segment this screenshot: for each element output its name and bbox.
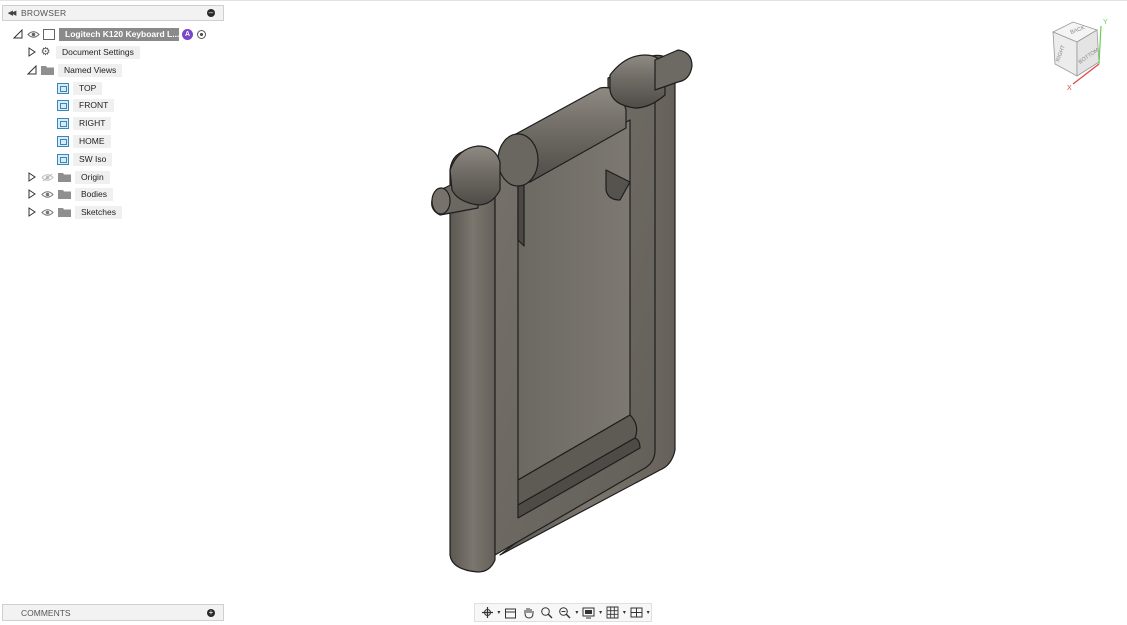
fit-icon[interactable] <box>556 604 574 621</box>
tree-item-document-settings[interactable]: ⚙ Document Settings <box>27 45 140 59</box>
viewports-icon[interactable] <box>627 604 645 621</box>
visibility-eye-icon[interactable] <box>40 207 54 217</box>
folder-icon <box>41 65 54 75</box>
collapsed-triangle-icon[interactable] <box>27 172 37 182</box>
tree-item-bodies[interactable]: Bodies <box>27 187 113 201</box>
tree-item-named-views[interactable]: Named Views <box>27 63 123 77</box>
named-view-icon <box>57 135 69 147</box>
hidden-eye-icon[interactable] <box>40 172 54 182</box>
tree-item-origin[interactable]: Origin <box>27 170 110 184</box>
view-label: HOME <box>73 134 111 148</box>
collapsed-triangle-icon[interactable] <box>27 47 37 57</box>
add-comment-icon[interactable]: + <box>207 609 215 617</box>
pan-icon[interactable] <box>520 604 538 621</box>
bodies-label: Bodies <box>75 187 113 201</box>
view-label: SW Iso <box>73 152 113 166</box>
tree-item-sketches[interactable]: Sketches <box>27 205 122 219</box>
named-views-label: Named Views <box>58 63 123 77</box>
active-badge-icon: A <box>182 28 193 40</box>
view-label: TOP <box>73 81 103 95</box>
tree-item-view-front[interactable]: FRONT <box>57 98 115 112</box>
tree-item-view-right[interactable]: RIGHT <box>57 116 112 130</box>
axis-y-label: Y <box>1103 19 1108 26</box>
collapsed-triangle-icon[interactable] <box>27 189 37 199</box>
folder-icon <box>58 189 71 199</box>
document-settings-label: Document Settings <box>56 45 140 59</box>
visibility-eye-icon[interactable] <box>26 29 40 39</box>
origin-label: Origin <box>75 170 110 184</box>
document-icon <box>43 28 55 40</box>
gear-icon: ⚙ <box>40 46 51 58</box>
viewcube-widget[interactable]: BACK RIGHT BOTTOM Y X <box>1045 14 1115 94</box>
view-label: FRONT <box>73 98 115 112</box>
sketches-label: Sketches <box>75 205 122 219</box>
tree-item-view-top[interactable]: TOP <box>57 81 103 95</box>
named-view-icon <box>57 153 69 165</box>
named-view-icon <box>57 82 69 94</box>
expanded-triangle-icon[interactable] <box>27 65 37 75</box>
named-view-icon <box>57 99 69 111</box>
orbit-icon[interactable] <box>478 604 496 621</box>
browser-header: ◀◀ BROWSER – <box>2 5 224 21</box>
grid-icon[interactable] <box>603 604 621 621</box>
comments-panel-header[interactable]: COMMENTS + <box>2 604 224 621</box>
folder-icon <box>58 207 71 217</box>
tree-root-document[interactable]: Logitech K120 Keyboard L... A <box>13 27 206 41</box>
collapse-panel-icon[interactable]: ◀◀ <box>4 9 18 17</box>
comments-title: COMMENTS <box>21 607 71 618</box>
tree-item-view-sw-iso[interactable]: SW Iso <box>57 152 113 166</box>
collapsed-triangle-icon[interactable] <box>27 207 37 217</box>
browser-title: BROWSER <box>21 8 67 18</box>
named-view-icon <box>57 117 69 129</box>
chevron-down-icon[interactable]: ▾ <box>645 604 651 621</box>
hinge-bracket-model <box>431 49 693 573</box>
navigation-toolbar: ▾ ▾ ▾ ▾ ▾ <box>474 603 652 622</box>
expanded-triangle-icon[interactable] <box>13 29 23 39</box>
browser-minimize-icon[interactable]: – <box>207 9 215 17</box>
model-viewport[interactable] <box>420 40 710 580</box>
view-label: RIGHT <box>73 116 112 130</box>
top-border <box>0 0 1127 1</box>
look-at-icon[interactable] <box>502 604 520 621</box>
display-settings-icon[interactable] <box>580 604 598 621</box>
zoom-icon[interactable] <box>538 604 556 621</box>
folder-icon <box>58 172 71 182</box>
visibility-eye-icon[interactable] <box>40 189 54 199</box>
tree-item-view-home[interactable]: HOME <box>57 134 111 148</box>
axis-x-label: X <box>1067 85 1072 92</box>
document-name[interactable]: Logitech K120 Keyboard L... <box>59 27 179 41</box>
activate-radio-icon[interactable] <box>197 29 206 39</box>
